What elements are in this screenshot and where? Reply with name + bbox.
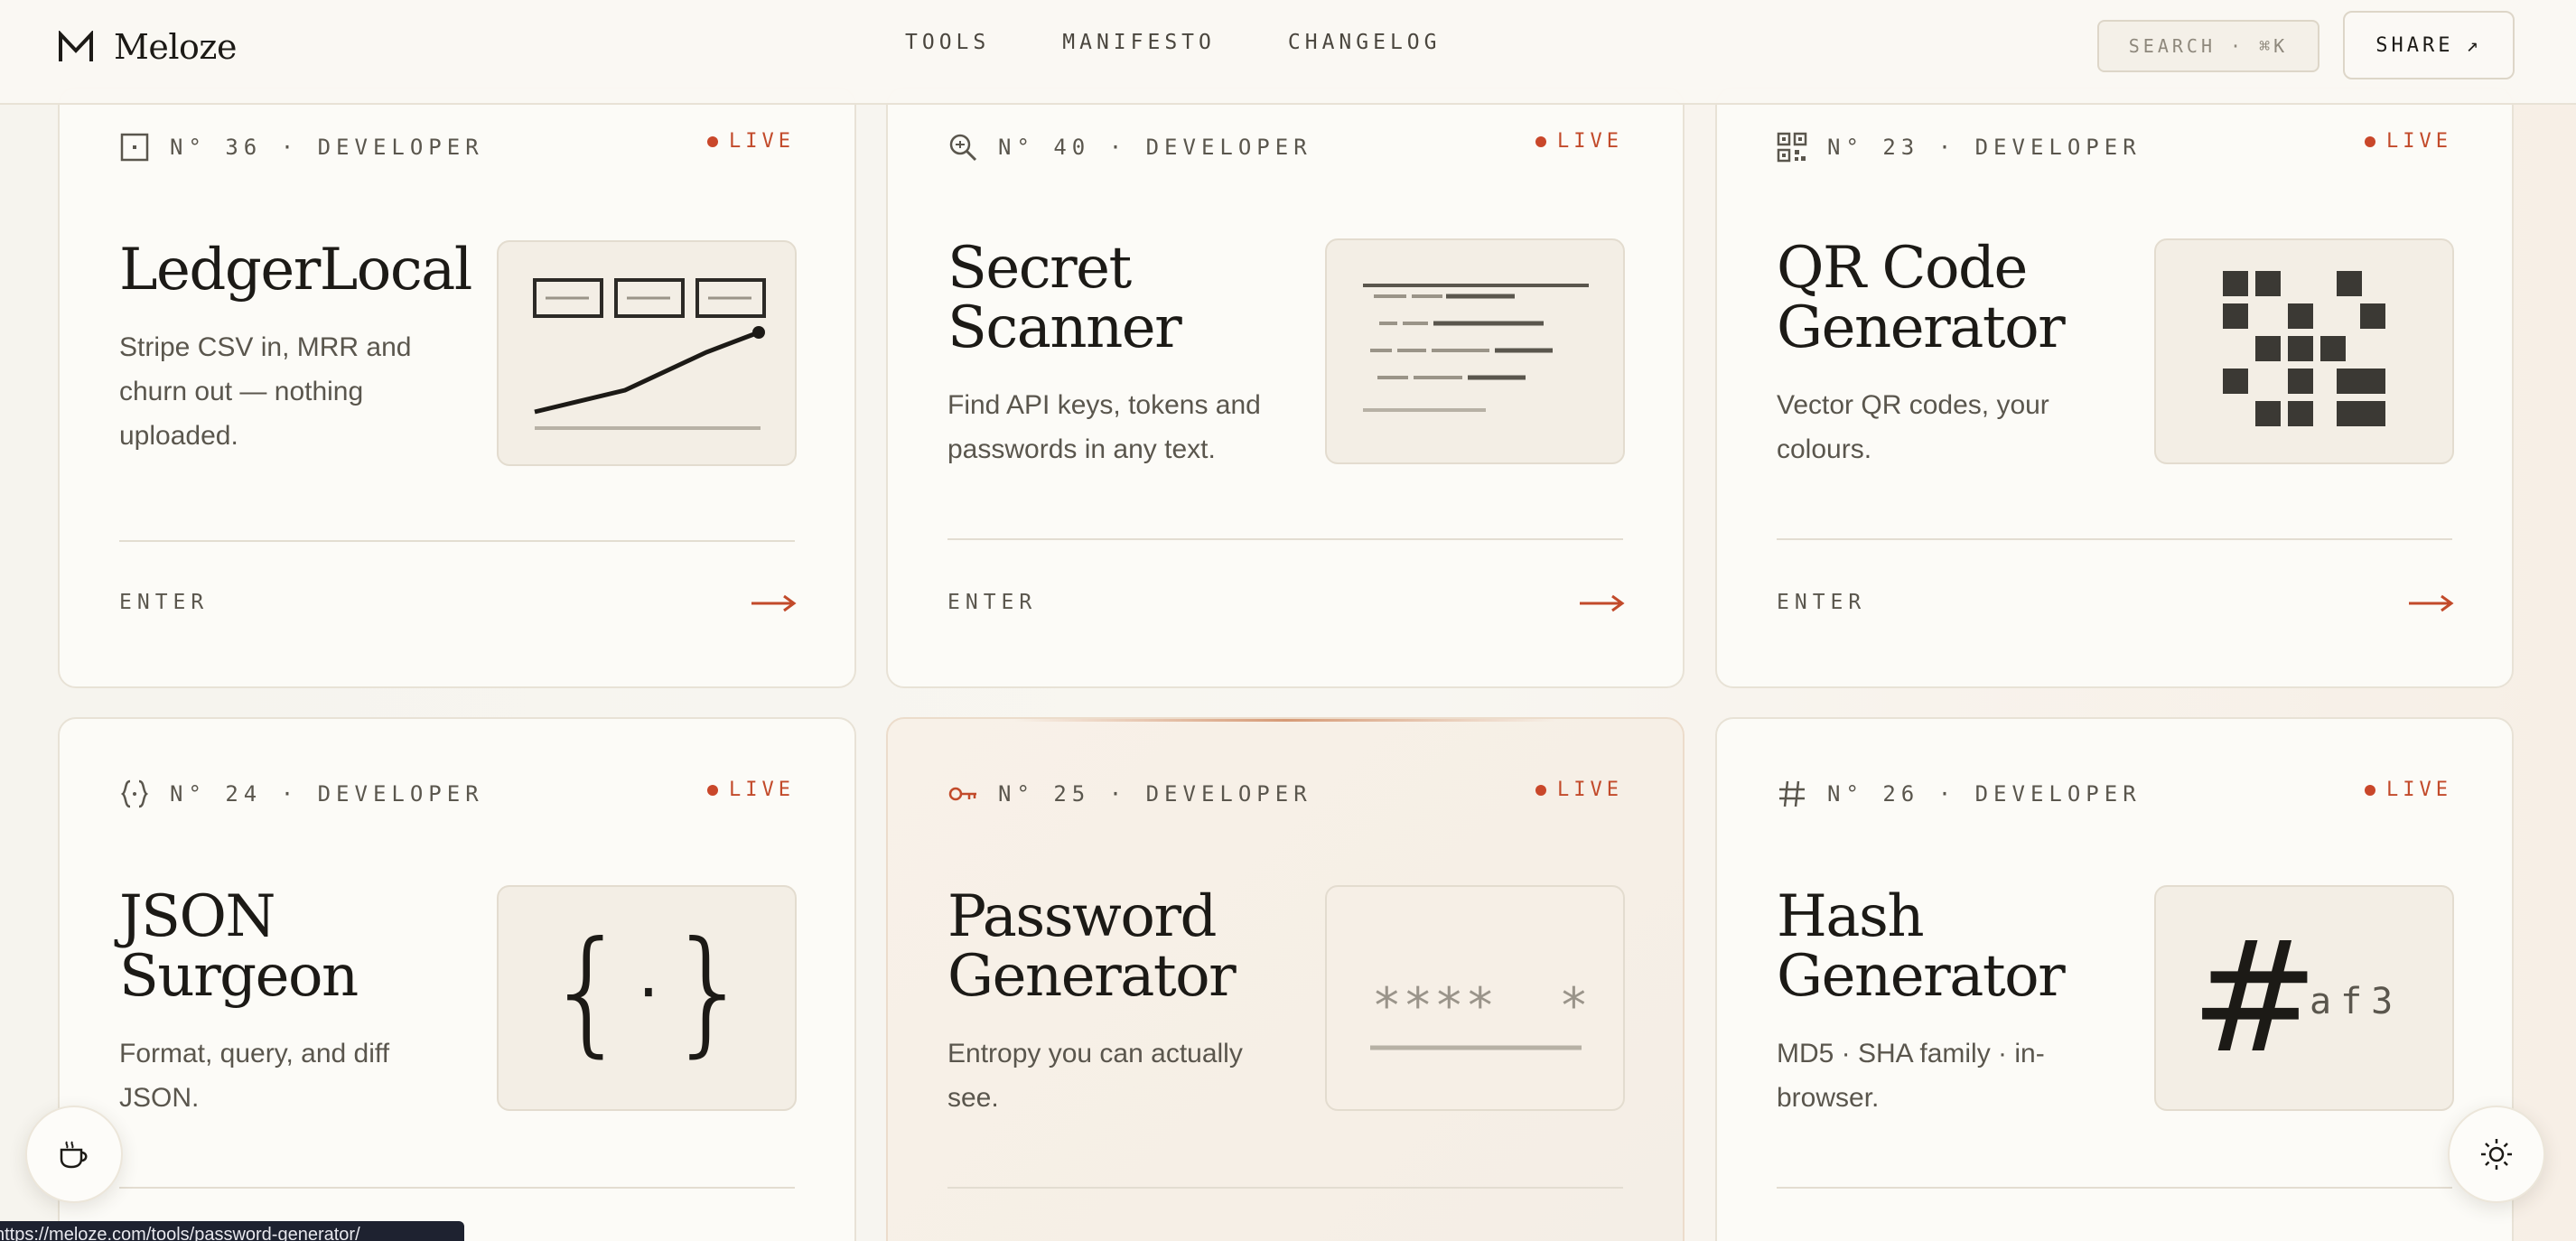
arrow-right-icon[interactable] xyxy=(2409,594,2454,612)
card-title: JSON Surgeon xyxy=(119,883,359,1010)
status-dot xyxy=(707,784,719,796)
status-badge: LIVE xyxy=(1535,130,1623,153)
enter-label[interactable]: ENTER xyxy=(1777,591,1866,614)
nav-tools[interactable]: TOOLS xyxy=(905,31,990,54)
status-label: LIVE xyxy=(729,130,795,153)
tool-card[interactable]: N° 23 · DEVELOPER LIVE QR Code Generator… xyxy=(1715,87,2514,688)
status-label: LIVE xyxy=(2386,130,2452,153)
status-badge: LIVE xyxy=(1535,779,1623,801)
share-label: SHARE xyxy=(2375,33,2454,57)
status-dot xyxy=(2365,784,2376,796)
card-number: N° 40 · DEVELOPER xyxy=(998,135,1312,160)
card-divider xyxy=(119,540,795,542)
sun-icon xyxy=(2481,1139,2512,1170)
logo-m-icon xyxy=(59,31,93,61)
card-divider xyxy=(947,538,1623,540)
hash-icon xyxy=(1779,780,1805,807)
magnifier-icon xyxy=(949,134,977,162)
card-title: LedgerLocal xyxy=(119,237,472,303)
logo[interactable]: Meloze xyxy=(58,25,237,69)
tool-card[interactable]: N° 36 · DEVELOPER LIVE LedgerLocal Strip… xyxy=(58,87,856,688)
nav-manifesto[interactable]: MANIFESTO xyxy=(1062,31,1216,54)
card-meta: N° 36 · DEVELOPER xyxy=(119,132,484,163)
card-number: N° 25 · DEVELOPER xyxy=(998,781,1312,807)
card-title: Secret Scanner xyxy=(947,235,1182,361)
search-button[interactable]: SEARCH · ⌘K xyxy=(2097,20,2319,72)
arrow-up-right-icon: ↗ xyxy=(2466,33,2482,57)
square-dot-icon xyxy=(120,133,149,162)
card-meta: N° 40 · DEVELOPER xyxy=(947,132,1312,163)
share-button[interactable]: SHARE ↗ xyxy=(2343,11,2515,79)
card-thumbnail: # af3 xyxy=(2154,885,2454,1111)
arrow-right-icon[interactable] xyxy=(751,594,797,612)
card-number: N° 23 · DEVELOPER xyxy=(1827,135,2142,160)
status-label: LIVE xyxy=(1557,130,1623,153)
coffee-icon xyxy=(60,1141,88,1169)
card-meta: N° 24 · DEVELOPER xyxy=(119,779,484,809)
status-dot xyxy=(1535,784,1547,796)
card-thumbnail: **** * xyxy=(1325,885,1625,1111)
card-description: Entropy you can actually see. xyxy=(947,1039,1243,1113)
card-thumbnail xyxy=(2154,238,2454,464)
hash-glyph: # xyxy=(2190,909,2319,1087)
enter-label[interactable]: ENTER xyxy=(119,591,209,614)
card-divider xyxy=(119,1187,795,1189)
status-badge: LIVE xyxy=(707,779,795,801)
nav-changelog[interactable]: CHANGELOG xyxy=(1288,31,1442,54)
arrow-right-icon[interactable] xyxy=(1580,594,1625,612)
card-thumbnail xyxy=(1325,238,1625,464)
card-title: Password Generator xyxy=(947,883,1237,1010)
site-header: Meloze TOOLS MANIFESTO CHANGELOG SEARCH … xyxy=(0,0,2576,105)
braces-glyph: {·} xyxy=(544,913,753,1070)
tool-card[interactable]: N° 40 · DEVELOPER LIVE Secret Scanner Fi… xyxy=(886,87,1685,688)
qr-icon xyxy=(1777,132,1807,163)
card-description: MD5 · SHA family · in-browser. xyxy=(1777,1039,2045,1113)
key-icon xyxy=(948,787,976,801)
card-divider xyxy=(1777,538,2452,540)
card-number: N° 26 · DEVELOPER xyxy=(1827,781,2142,807)
card-description: Vector QR codes, your colours. xyxy=(1777,390,2049,464)
card-meta: N° 25 · DEVELOPER xyxy=(947,779,1312,809)
card-description: Format, query, and diff JSON. xyxy=(119,1039,390,1113)
card-thumbnail: {·} xyxy=(497,885,797,1111)
link-status-bar: https://meloze.com/tools/password-genera… xyxy=(0,1221,464,1241)
status-badge: LIVE xyxy=(2365,779,2452,801)
theme-toggle-button[interactable] xyxy=(2448,1106,2545,1203)
status-badge: LIVE xyxy=(707,130,795,153)
card-thumbnail xyxy=(497,240,797,466)
card-title: Hash Generator xyxy=(1777,883,2066,1010)
card-number: N° 36 · DEVELOPER xyxy=(170,135,484,160)
tool-card[interactable]: N° 26 · DEVELOPER LIVE Hash Generator MD… xyxy=(1715,717,2514,1241)
status-dot xyxy=(707,135,719,147)
status-badge: LIVE xyxy=(2365,130,2452,153)
tool-card[interactable]: N° 25 · DEVELOPER LIVE Password Generato… xyxy=(886,717,1685,1241)
search-label: SEARCH · ⌘K xyxy=(2128,35,2289,57)
page: Meloze TOOLS MANIFESTO CHANGELOG SEARCH … xyxy=(0,0,2576,1241)
main-nav: TOOLS MANIFESTO CHANGELOG xyxy=(905,31,1442,54)
card-title: QR Code Generator xyxy=(1777,235,2066,361)
card-number: N° 24 · DEVELOPER xyxy=(170,781,484,807)
card-meta: N° 23 · DEVELOPER xyxy=(1777,132,2142,163)
braces-icon xyxy=(120,779,149,808)
logo-text: Meloze xyxy=(114,27,237,67)
status-label: LIVE xyxy=(729,779,795,801)
card-divider xyxy=(1777,1187,2452,1189)
tool-card[interactable]: N° 24 · DEVELOPER LIVE JSON Surgeon Form… xyxy=(58,717,856,1241)
card-divider xyxy=(947,1187,1623,1189)
status-label: LIVE xyxy=(2386,779,2452,801)
hash-sample: af3 xyxy=(2310,981,2403,1022)
card-description: Find API keys, tokens and passwords in a… xyxy=(947,390,1261,464)
coffee-button[interactable] xyxy=(25,1106,123,1203)
card-description: Stripe CSV in, MRR and churn out — nothi… xyxy=(119,332,412,451)
status-label: LIVE xyxy=(1557,779,1623,801)
strength-bar xyxy=(1370,1045,1582,1050)
card-meta: N° 26 · DEVELOPER xyxy=(1777,779,2142,809)
qr-pattern xyxy=(2223,271,2385,426)
status-dot xyxy=(1535,135,1547,147)
enter-label[interactable]: ENTER xyxy=(947,591,1037,614)
status-dot xyxy=(2365,135,2376,147)
